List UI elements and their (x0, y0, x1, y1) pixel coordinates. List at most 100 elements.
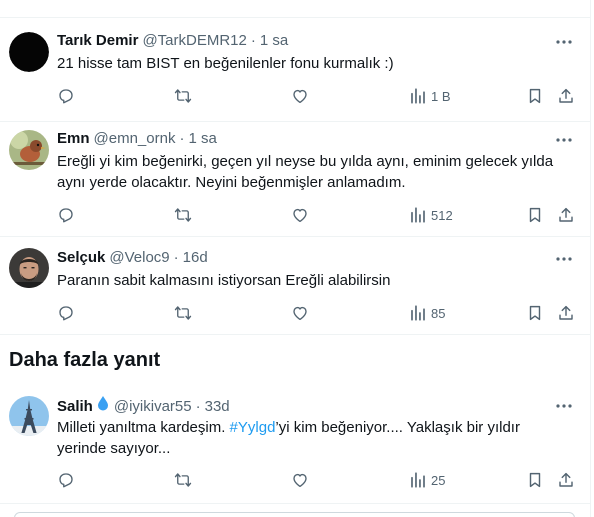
tweet-text-line: aynı yerde olacaktır. Neyini beğenmişler… (57, 174, 406, 191)
reply-icon (59, 473, 73, 488)
reply-tweet[interactable]: Selçuk @Veloc9 · 16d Paranın sabit kalma… (0, 237, 590, 335)
display-name[interactable]: Emn (57, 129, 90, 149)
tweet-text: 21 hisse tam BIST en beğenilenler fonu k… (57, 55, 394, 72)
like-button[interactable] (291, 86, 309, 106)
analytics-icon (411, 88, 425, 104)
replies-thread: Tarık Demir @TarkDEMR12 · 1 sa 21 hisse … (0, 0, 591, 517)
avatar[interactable] (9, 32, 49, 72)
user-handle[interactable]: @Veloc9 (109, 248, 169, 268)
views-count: 512 (431, 207, 453, 223)
black-avatar-image (9, 32, 49, 72)
tweet-text: Milleti yanıltma kardeşim. #Yylgd’yi kim… (57, 417, 567, 459)
bookmark-button[interactable] (526, 86, 544, 106)
share-icon (559, 305, 573, 320)
retweet-icon (174, 306, 192, 320)
tweet-actions: 512 (57, 205, 573, 225)
retweet-icon (174, 208, 192, 222)
bookmark-icon (529, 88, 541, 104)
retweet-button[interactable] (174, 205, 192, 225)
bookmark-button[interactable] (526, 303, 544, 323)
views-button[interactable]: 1 B (409, 86, 451, 106)
retweet-icon (174, 89, 192, 103)
bookmark-button[interactable] (526, 205, 544, 225)
hashtag-link[interactable]: #Yylgd (230, 419, 276, 436)
avatar[interactable] (9, 130, 49, 170)
heart-icon (293, 208, 307, 223)
share-button[interactable] (557, 303, 575, 323)
display-name[interactable]: Tarık Demir (57, 31, 138, 51)
more-options-icon[interactable] (555, 131, 573, 149)
views-button[interactable]: 512 (409, 205, 453, 225)
more-options-icon[interactable] (555, 250, 573, 268)
timestamp[interactable]: 1 sa (260, 31, 288, 51)
reply-button[interactable] (57, 303, 75, 323)
reply-button[interactable] (57, 86, 75, 106)
display-name[interactable]: Selçuk (57, 248, 105, 268)
like-button[interactable] (291, 470, 309, 490)
tweet-header: Selçuk @Veloc9 · 16d (57, 248, 208, 268)
views-button[interactable]: 85 (409, 303, 445, 323)
reply-tweet[interactable]: Emn @emn_ornk · 1 sa Ereğli yi kim beğen… (0, 122, 590, 237)
user-handle[interactable]: @TarkDEMR12 (142, 31, 246, 51)
timestamp[interactable]: 33d (205, 397, 230, 417)
share-icon (559, 472, 573, 487)
separator-dot: · (179, 130, 185, 147)
man-avatar-image (9, 248, 49, 288)
more-options-icon[interactable] (555, 33, 573, 51)
reply-icon (59, 208, 73, 223)
retweet-icon (174, 473, 192, 487)
tweet-text: Ereğli yi kim beğenirki, geçen yıl neyse… (57, 151, 567, 193)
avatar[interactable] (9, 396, 49, 436)
reply-tweet[interactable]: Salih @iyikivar55 · 33d Milleti yanıltma… (0, 386, 590, 504)
more-replies-heading: Daha fazla yanıt (9, 349, 161, 371)
reply-button[interactable] (57, 205, 75, 225)
heart-icon (293, 473, 307, 488)
separator-dot: · (173, 249, 179, 266)
views-count: 1 B (431, 88, 451, 104)
like-button[interactable] (291, 205, 309, 225)
share-button[interactable] (557, 470, 575, 490)
heart-icon (293, 306, 307, 321)
tweet-text-line: Ereğli yi kim beğenirki, geçen yıl neyse… (57, 153, 554, 170)
views-button[interactable]: 25 (409, 470, 445, 490)
user-handle[interactable]: @iyikivar55 (114, 397, 192, 417)
tweet-header: Salih @iyikivar55 · 33d (57, 395, 230, 417)
retweet-button[interactable] (174, 303, 192, 323)
user-handle[interactable]: @emn_ornk (94, 129, 176, 149)
share-button[interactable] (557, 86, 575, 106)
more-options-icon[interactable] (555, 397, 573, 415)
bookmark-button[interactable] (526, 470, 544, 490)
retweet-button[interactable] (174, 86, 192, 106)
eiffel-avatar-image (9, 396, 49, 436)
timestamp[interactable]: 1 sa (188, 129, 216, 149)
retweet-button[interactable] (174, 470, 192, 490)
like-button[interactable] (291, 303, 309, 323)
share-icon (559, 207, 573, 222)
next-item-box (14, 512, 575, 517)
share-button[interactable] (557, 205, 575, 225)
avatar[interactable] (9, 248, 49, 288)
bookmark-icon (529, 472, 541, 488)
tweet-text-line: yerinde sayıyor... (57, 440, 171, 457)
reply-icon (59, 306, 73, 321)
tweet-text: Paranın sabit kalmasını istiyorsan Ereğl… (57, 272, 391, 289)
reply-icon (59, 89, 73, 104)
text-segment: Milleti yanıltma kardeşim. (57, 419, 230, 436)
tweet-actions: 85 (57, 303, 573, 323)
display-name[interactable]: Salih (57, 397, 93, 417)
reply-tweet[interactable]: Tarık Demir @TarkDEMR12 · 1 sa 21 hisse … (0, 18, 590, 122)
analytics-icon (411, 305, 425, 321)
tweet-header: Emn @emn_ornk · 1 sa (57, 129, 217, 149)
timestamp[interactable]: 16d (183, 248, 208, 268)
reply-button[interactable] (57, 470, 75, 490)
analytics-icon (411, 207, 425, 223)
tweet-header: Tarık Demir @TarkDEMR12 · 1 sa (57, 31, 288, 51)
share-icon (559, 88, 573, 103)
text-segment: ’yi kim beğeniyor.... Yaklaşık bir yıldı… (275, 419, 520, 436)
bookmark-icon (529, 207, 541, 223)
bookmark-icon (529, 305, 541, 321)
tweet-actions: 25 (57, 470, 573, 490)
separator-dot: · (195, 398, 201, 415)
views-count: 85 (431, 305, 446, 321)
tweet-text-line: Milleti yanıltma kardeşim. #Yylgd’yi kim… (57, 417, 567, 438)
